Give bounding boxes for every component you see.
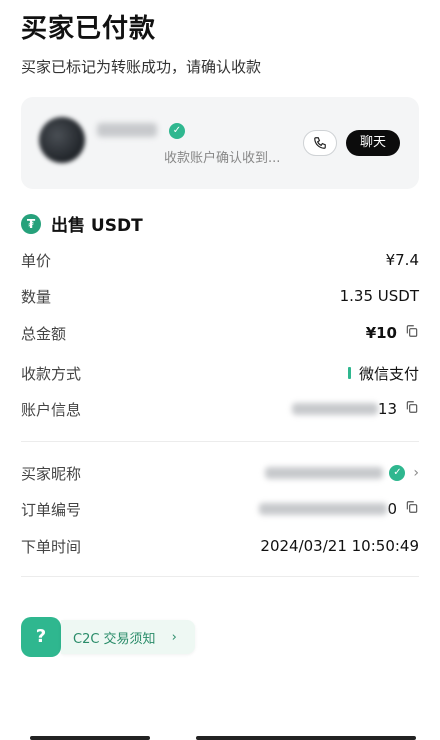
divider [21, 576, 419, 577]
chevron-right-icon: › [171, 629, 177, 645]
order-time-label: 下单时间 [21, 537, 82, 556]
verified-badge-icon: ✓ [389, 465, 406, 481]
order-number-label: 订单编号 [21, 500, 82, 519]
counterparty-name-redacted [97, 123, 157, 137]
order-time-value: 2024/03/21 10:50:49 [260, 537, 419, 555]
phone-button[interactable] [303, 130, 337, 156]
bottom-button-edge [30, 736, 150, 740]
phone-icon [314, 137, 326, 149]
page-title: 买家已付款 [21, 14, 157, 44]
quantity-value: 1.35 USDT [339, 287, 419, 305]
buyer-nickname-redacted [265, 467, 384, 479]
total-amount-value: ¥10 [365, 324, 397, 342]
account-info-label: 账户信息 [21, 400, 82, 419]
order-number-redacted [259, 503, 388, 515]
verified-badge-icon: ✓ [169, 123, 185, 139]
order-side-title: 出售 USDT [51, 216, 143, 236]
order-time-row: 下单时间 2024/03/21 10:50:49 [21, 534, 419, 558]
bottom-button-edge [196, 736, 416, 740]
payment-method-row: 收款方式 微信支付 [21, 361, 419, 385]
payment-method-label: 收款方式 [21, 364, 82, 383]
counterparty-card: ✓ 收款账户确认收到... 聊天 [21, 97, 419, 189]
unit-price-label: 单价 [21, 251, 52, 270]
c2c-notice-link[interactable]: ? C2C 交易须知 › [21, 617, 195, 657]
order-side-header: ₮ 出售 USDT [21, 211, 143, 236]
divider [21, 441, 419, 442]
payment-method-indicator [347, 367, 351, 379]
copy-icon[interactable] [405, 500, 419, 518]
unit-price-row: 单价 ¥7.4 [21, 248, 419, 272]
quantity-label: 数量 [21, 287, 52, 306]
account-number-redacted [291, 403, 378, 415]
avatar[interactable] [39, 117, 85, 163]
payment-method-value: 微信支付 [358, 364, 419, 383]
order-number-row: 订单编号 0 [21, 497, 419, 521]
total-amount-label: 总金额 [21, 324, 67, 343]
buyer-nickname-label: 买家昵称 [21, 464, 82, 483]
counterparty-hint: 收款账户确认收到... [164, 151, 281, 166]
help-icon: ? [21, 617, 61, 657]
chat-button[interactable]: 聊天 [346, 130, 400, 156]
quantity-row: 数量 1.35 USDT [21, 284, 419, 308]
copy-icon[interactable] [405, 400, 419, 418]
account-info-row: 账户信息 13 [21, 397, 419, 421]
tether-icon: ₮ [21, 213, 41, 234]
order-number-value: 0 [387, 500, 397, 518]
chevron-right-icon: › [413, 465, 419, 481]
c2c-notice-label: C2C 交易须知 [73, 631, 156, 647]
total-amount-row: 总金额 ¥10 [21, 321, 419, 345]
copy-icon[interactable] [405, 324, 419, 342]
account-info-value: 13 [377, 400, 397, 418]
buyer-nickname-row[interactable]: 买家昵称 ✓ › [21, 461, 419, 485]
page-subtitle: 买家已标记为转账成功，请确认收款 [21, 58, 262, 76]
unit-price-value: ¥7.4 [385, 251, 419, 269]
